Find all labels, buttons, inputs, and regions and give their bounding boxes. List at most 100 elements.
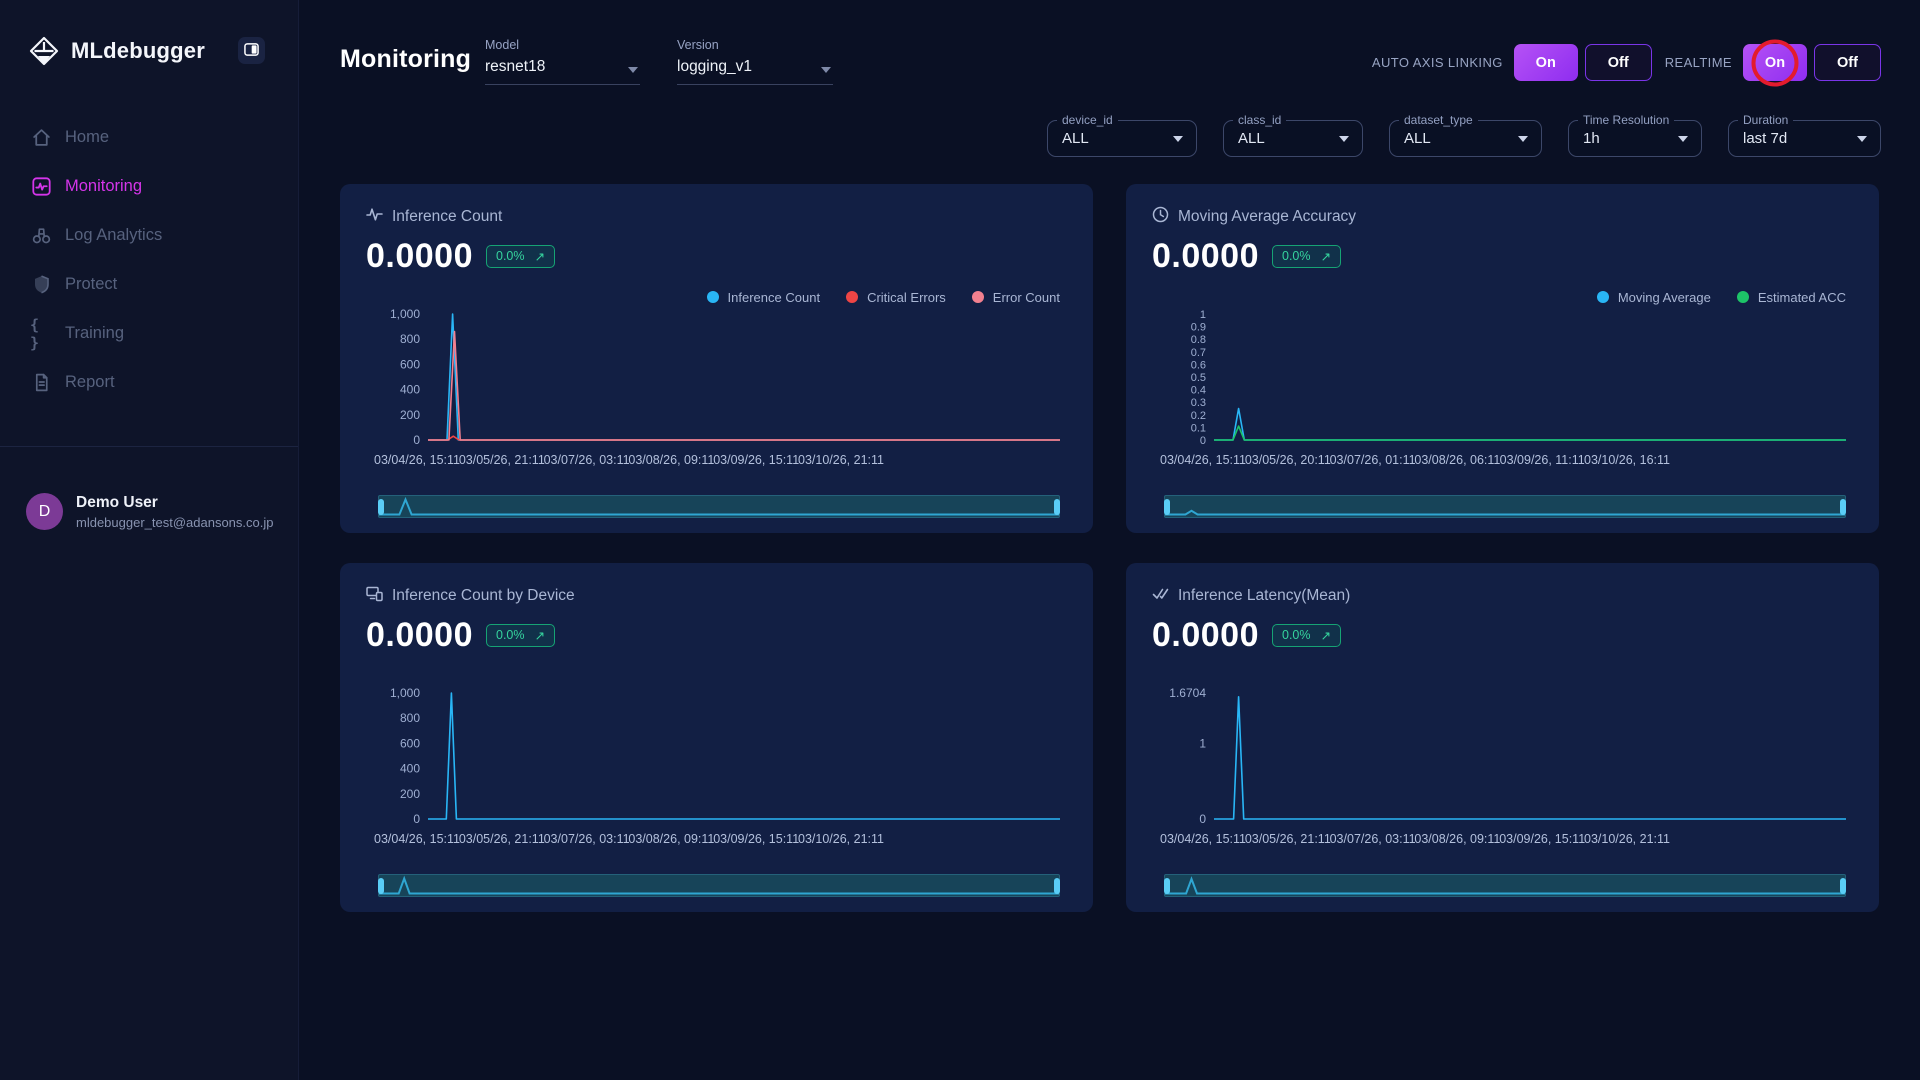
brush-handle-right[interactable] [1840,878,1846,894]
filter-label: class_id [1233,113,1286,128]
svg-text:600: 600 [400,736,420,750]
model-select[interactable]: Model resnet18 [485,38,640,85]
x-axis-tick: 03/05/26, 21:11 [1245,832,1331,846]
filter-dataset-type[interactable]: dataset_typeALL [1389,120,1542,157]
user-name: Demo User [76,494,274,512]
x-axis-tick: 03/04/26, 15:11 [1160,453,1246,467]
svg-text:0: 0 [1200,435,1206,447]
filter-label: Time Resolution [1578,113,1674,128]
sidebar-toggle-button[interactable] [238,37,265,64]
legend-item-inference-count[interactable]: Inference Count [707,288,821,306]
main-content: Monitoring Model resnet18 Version loggin… [299,0,1920,1080]
filter-class-id[interactable]: class_idALL [1223,120,1363,157]
x-axis-labels: 03/04/26, 15:1103/05/26, 21:1103/07/26, … [366,832,1060,848]
brush-slider[interactable] [1164,495,1846,518]
realtime-on-button[interactable]: On [1743,44,1807,81]
svg-text:0.4: 0.4 [1191,385,1206,397]
svg-text:600: 600 [400,357,420,371]
line-chart: 1,0008006004002000 [366,687,1060,832]
chart-card-inference-count: Inference Count0.00000.0%↗Inference Coun… [340,184,1093,533]
svg-text:200: 200 [400,787,420,801]
sidebar-item-home[interactable]: Home [0,113,298,162]
binoculars-icon [30,225,52,247]
line-chart: 10.90.80.70.60.50.40.30.20.10 [1152,308,1846,453]
trend-percent: 0.0% [496,249,525,263]
app-title: MLdebugger [71,38,205,64]
chart-legend [366,667,1060,685]
sidebar-item-log-analytics[interactable]: Log Analytics [0,211,298,260]
svg-text:1,000: 1,000 [390,687,420,700]
x-axis-tick: 03/08/26, 09:11 [1414,832,1500,846]
svg-text:200: 200 [400,408,420,422]
filter-device-id[interactable]: device_idALL [1047,120,1197,157]
legend-dot [707,291,719,303]
dropdown-caret-icon [1173,136,1183,142]
sidebar-item-label: Monitoring [65,177,142,196]
chart-title: Moving Average Accuracy [1178,208,1356,226]
chevron-down-icon [628,67,638,73]
check-double-icon [1152,585,1169,607]
svg-text:400: 400 [400,383,420,397]
brush-handle-left[interactable] [1164,878,1170,894]
chart-current-value: 0.0000 [366,237,473,276]
brush-handle-left[interactable] [378,878,384,894]
filter-time-resolution[interactable]: Time Resolution1h [1568,120,1702,157]
dropdown-caret-icon [1339,136,1349,142]
brush-handle-left[interactable] [1164,499,1170,515]
svg-text:0.2: 0.2 [1191,410,1206,422]
filter-value: ALL [1062,130,1089,147]
auto-axis-off-button[interactable]: Off [1585,44,1652,81]
x-axis-tick: 03/09/26, 11:11 [1500,453,1585,467]
version-select[interactable]: Version logging_v1 [677,38,833,85]
chart-title: Inference Count by Device [392,587,575,605]
svg-text:0.6: 0.6 [1191,359,1206,371]
trend-percent: 0.0% [496,628,525,642]
x-axis-tick: 03/10/26, 16:11 [1584,453,1670,467]
shield-icon [30,274,52,296]
brush-handle-right[interactable] [1054,878,1060,894]
brush-handle-right[interactable] [1054,499,1060,515]
trend-up-icon: ↗ [535,628,545,643]
brush-handle-left[interactable] [378,499,384,515]
dropdown-caret-icon [1857,136,1867,142]
legend-item-error-count[interactable]: Error Count [972,288,1060,306]
chart-card-inference-latency-mean: Inference Latency(Mean)0.00000.0%↗1.6704… [1126,563,1879,912]
brush-handle-right[interactable] [1840,499,1846,515]
x-axis-tick: 03/04/26, 15:11 [374,832,460,846]
sidebar-item-protect[interactable]: Protect [0,260,298,309]
chart-title: Inference Latency(Mean) [1178,587,1350,605]
legend-item-moving-average[interactable]: Moving Average [1597,288,1711,306]
mldebugger-logo-icon [28,35,60,67]
brush-slider[interactable] [378,874,1060,897]
legend-dot [1597,291,1609,303]
svg-text:800: 800 [400,332,420,346]
sidebar-item-monitoring[interactable]: Monitoring [0,162,298,211]
x-axis-tick: 03/08/26, 09:11 [628,453,714,467]
devices-icon [366,585,383,607]
sidebar-item-training[interactable]: { }Training [0,309,298,358]
brush-slider[interactable] [1164,874,1846,897]
legend-label: Inference Count [728,290,821,305]
svg-text:1,000: 1,000 [390,308,420,321]
brush-slider[interactable] [378,495,1060,518]
sidebar-item-report[interactable]: Report [0,358,298,407]
auto-axis-on-button[interactable]: On [1514,44,1578,81]
x-axis-tick: 03/08/26, 06:11 [1414,453,1500,467]
legend-item-estimated-acc[interactable]: Estimated ACC [1737,288,1846,306]
filter-label: dataset_type [1399,113,1478,128]
filter-duration[interactable]: Durationlast 7d [1728,120,1881,157]
realtime-off-button[interactable]: Off [1814,44,1881,81]
x-axis-tick: 03/09/26, 15:11 [1499,832,1585,846]
x-axis-labels: 03/04/26, 15:1103/05/26, 21:1103/07/26, … [1152,832,1846,848]
x-axis-labels: 03/04/26, 15:1103/05/26, 21:1103/07/26, … [366,453,1060,469]
user-profile[interactable]: D Demo User mldebugger_test@adansons.co.… [0,447,298,530]
legend-item-critical-errors[interactable]: Critical Errors [846,288,946,306]
x-axis-tick: 03/10/26, 21:11 [1584,832,1670,846]
x-axis-tick: 03/04/26, 15:11 [374,453,460,467]
sidebar-nav: Home Monitoring Log AnalyticsProtect{ }Tra… [0,113,298,407]
svg-text:0: 0 [413,812,420,826]
svg-text:1: 1 [1200,309,1206,321]
trend-badge: 0.0%↗ [1272,624,1341,647]
auto-axis-linking-label: AUTO AXIS LINKING [1372,55,1503,70]
svg-text:0.3: 0.3 [1191,397,1206,409]
